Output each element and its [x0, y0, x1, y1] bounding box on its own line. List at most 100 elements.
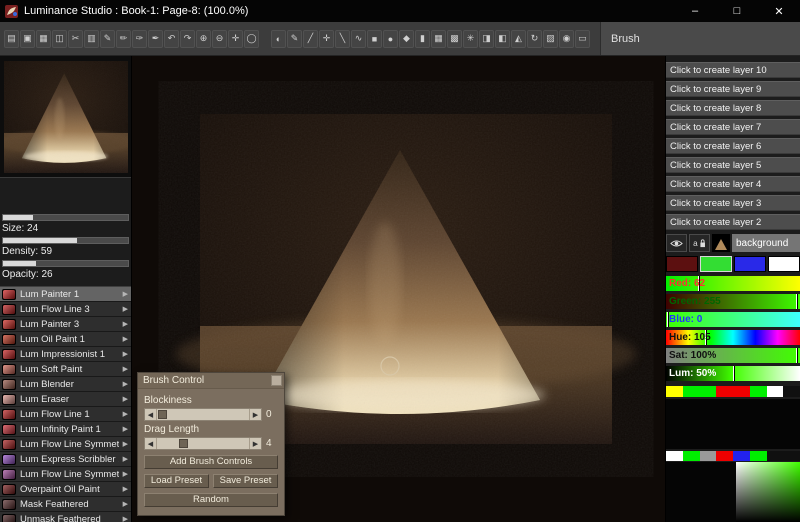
- arrow-right-icon[interactable]: ▶: [249, 409, 261, 420]
- diagonal-line-icon[interactable]: ╲: [335, 30, 350, 48]
- palette-swatch[interactable]: [666, 451, 683, 461]
- brush-list-item[interactable]: Lum Flow Line Symmetr ▶: [0, 437, 131, 452]
- create-layer-slot[interactable]: Click to create layer 8: [666, 100, 800, 116]
- palette-swatch[interactable]: [733, 451, 750, 461]
- palette-swatch[interactable]: [783, 386, 800, 397]
- slider-thumb[interactable]: [179, 439, 188, 448]
- palette-swatch[interactable]: [783, 451, 800, 461]
- alpha-lock-icon[interactable]: a: [689, 234, 710, 252]
- move-icon[interactable]: ✛: [228, 30, 243, 48]
- saturation-value-picker[interactable]: [736, 462, 800, 522]
- create-layer-slot[interactable]: Click to create layer 3: [666, 195, 800, 211]
- zoom-out-icon[interactable]: ⊖: [212, 30, 227, 48]
- texture-tool-icon[interactable]: ▨: [543, 30, 558, 48]
- minimize-button[interactable]: –: [674, 0, 716, 22]
- random-button[interactable]: Random: [144, 493, 278, 507]
- marker-icon[interactable]: ✑: [132, 30, 147, 48]
- palette-swatch[interactable]: [767, 386, 784, 397]
- brush-control-slider[interactable]: ◀ ▶: [144, 408, 262, 421]
- palette-swatch[interactable]: [716, 451, 733, 461]
- nib-icon[interactable]: ✒: [148, 30, 163, 48]
- brush-list-item[interactable]: Lum Impressionist 1 ▶: [0, 347, 131, 362]
- slider-thumb[interactable]: [158, 410, 167, 419]
- export-icon[interactable]: ◫: [52, 30, 67, 48]
- palette-swatch[interactable]: [767, 451, 784, 461]
- create-layer-slot[interactable]: Click to create layer 10: [666, 62, 800, 78]
- spray-tool-icon[interactable]: ✳: [463, 30, 478, 48]
- gradient-left-icon[interactable]: ◧: [495, 30, 510, 48]
- color-swatch[interactable]: [666, 256, 698, 272]
- color-swatch[interactable]: [700, 256, 732, 272]
- palette-swatch[interactable]: [750, 451, 767, 461]
- brush-list-item[interactable]: Overpaint Oil Paint ▶: [0, 482, 131, 497]
- create-layer-slot[interactable]: Click to create layer 4: [666, 176, 800, 192]
- brush-list-item[interactable]: Lum Painter 3 ▶: [0, 317, 131, 332]
- color-swatch[interactable]: [768, 256, 800, 272]
- grid-tool-icon[interactable]: ▦: [431, 30, 446, 48]
- load-preset-button[interactable]: Load Preset: [144, 474, 209, 488]
- palette-storage-area[interactable]: [666, 462, 736, 522]
- arrow-right-icon[interactable]: ▶: [249, 438, 261, 449]
- setting-slider[interactable]: [2, 260, 129, 267]
- zoom-in-icon[interactable]: ⊕: [196, 30, 211, 48]
- background-layer-row[interactable]: a background: [666, 234, 800, 252]
- color-channel-slider[interactable]: Green: 255: [666, 294, 800, 309]
- brush-list-item[interactable]: Unmask Feathered ▶: [0, 512, 131, 522]
- brush-list-item[interactable]: Lum Painter 1 ▶: [0, 287, 131, 302]
- select-ellipse-icon[interactable]: ◯: [244, 30, 259, 48]
- bar-tool-icon[interactable]: ▮: [415, 30, 430, 48]
- redo-icon[interactable]: ↷: [180, 30, 195, 48]
- brush-list-item[interactable]: Lum Soft Paint ▶: [0, 362, 131, 377]
- brush-list-item[interactable]: Lum Oil Paint 1 ▶: [0, 332, 131, 347]
- frame-tool-icon[interactable]: ▭: [575, 30, 590, 48]
- palette-swatch[interactable]: [716, 386, 733, 397]
- brush-list-item[interactable]: Lum Infinity Paint 1 ▶: [0, 422, 131, 437]
- color-channel-slider[interactable]: Hue: 105: [666, 330, 800, 345]
- move-tool-icon[interactable]: ✛: [319, 30, 334, 48]
- color-channel-slider[interactable]: Blue: 0: [666, 312, 800, 327]
- maximize-button[interactable]: □: [716, 0, 758, 22]
- canvas[interactable]: Brush Control Blockiness ◀ ▶ 0: [132, 56, 665, 522]
- copy-icon[interactable]: ▥: [84, 30, 99, 48]
- brush-list-item[interactable]: Lum Flow Line 3 ▶: [0, 302, 131, 317]
- save-icon[interactable]: ▦: [36, 30, 51, 48]
- rectangle-tool-icon[interactable]: ■: [367, 30, 382, 48]
- create-layer-slot[interactable]: Click to create layer 6: [666, 138, 800, 154]
- save-preset-button[interactable]: Save Preset: [213, 474, 278, 488]
- eyedropper-icon[interactable]: ◐: [271, 30, 286, 48]
- brush-list-item[interactable]: Lum Flow Line Symmetr ▶: [0, 467, 131, 482]
- arrow-left-icon[interactable]: ◀: [145, 409, 157, 420]
- palette-swatch[interactable]: [666, 386, 683, 397]
- pattern-tool-icon[interactable]: ▩: [447, 30, 462, 48]
- mirror-tool-icon[interactable]: ◭: [511, 30, 526, 48]
- color-channel-slider[interactable]: Sat: 100%: [666, 348, 800, 363]
- target-tool-icon[interactable]: ◉: [559, 30, 574, 48]
- color-channel-slider[interactable]: Red: 62: [666, 276, 800, 291]
- gradient-right-icon[interactable]: ◨: [479, 30, 494, 48]
- create-layer-slot[interactable]: Click to create layer 2: [666, 214, 800, 230]
- panel-collapse-icon[interactable]: [271, 375, 282, 386]
- setting-slider[interactable]: [2, 214, 129, 221]
- line-tool-icon[interactable]: ╱: [303, 30, 318, 48]
- brush-list-item[interactable]: Lum Blender ▶: [0, 377, 131, 392]
- curve-tool-icon[interactable]: ∿: [351, 30, 366, 48]
- cut-icon[interactable]: ✂: [68, 30, 83, 48]
- color-swatch[interactable]: [734, 256, 766, 272]
- visibility-eye-icon[interactable]: [666, 234, 687, 252]
- color-channel-slider[interactable]: Lum: 50%: [666, 366, 800, 381]
- create-layer-slot[interactable]: Click to create layer 9: [666, 81, 800, 97]
- pencil-icon[interactable]: ✏: [116, 30, 131, 48]
- brush-list-item[interactable]: Lum Express Scribbler 1 ▶: [0, 452, 131, 467]
- polygon-tool-icon[interactable]: ◆: [399, 30, 414, 48]
- palette-swatch[interactable]: [683, 386, 700, 397]
- brush-list-item[interactable]: Lum Eraser ▶: [0, 392, 131, 407]
- brush-control-slider[interactable]: ◀ ▶: [144, 437, 262, 450]
- palette-swatch[interactable]: [750, 386, 767, 397]
- create-layer-slot[interactable]: Click to create layer 5: [666, 157, 800, 173]
- close-button[interactable]: ✕: [758, 0, 800, 22]
- brush-list-item[interactable]: Lum Flow Line 1 ▶: [0, 407, 131, 422]
- add-brush-controls-button[interactable]: Add Brush Controls: [144, 455, 278, 469]
- create-layer-slot[interactable]: Click to create layer 7: [666, 119, 800, 135]
- undo-icon[interactable]: ↶: [164, 30, 179, 48]
- pen-icon[interactable]: ✎: [100, 30, 115, 48]
